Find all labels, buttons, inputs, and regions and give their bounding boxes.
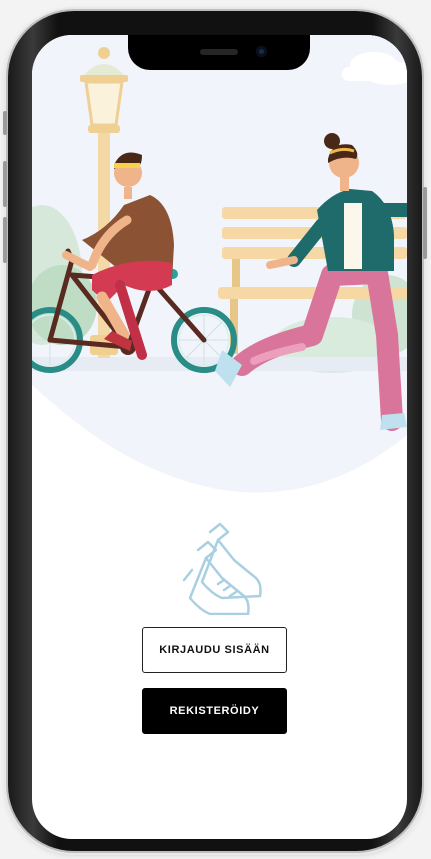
notch xyxy=(128,35,310,70)
volume-down-button xyxy=(3,217,7,263)
power-button xyxy=(423,187,427,259)
volume-up-button xyxy=(3,161,7,207)
running-shoes-icon xyxy=(182,522,262,615)
register-button[interactable]: REKISTERÖIDY xyxy=(142,688,287,734)
app-screen: KIRJAUDU SISÄÄN REKISTERÖIDY xyxy=(32,35,407,839)
login-button[interactable]: KIRJAUDU SISÄÄN xyxy=(142,627,287,673)
register-button-label: REKISTERÖIDY xyxy=(169,705,260,717)
front-camera xyxy=(256,46,267,57)
mute-switch xyxy=(3,111,7,135)
earpiece-speaker xyxy=(200,49,238,55)
phone-frame: KIRJAUDU SISÄÄN REKISTERÖIDY xyxy=(3,11,427,851)
login-button-label: KIRJAUDU SISÄÄN xyxy=(159,644,270,656)
hero-illustration xyxy=(32,35,407,495)
